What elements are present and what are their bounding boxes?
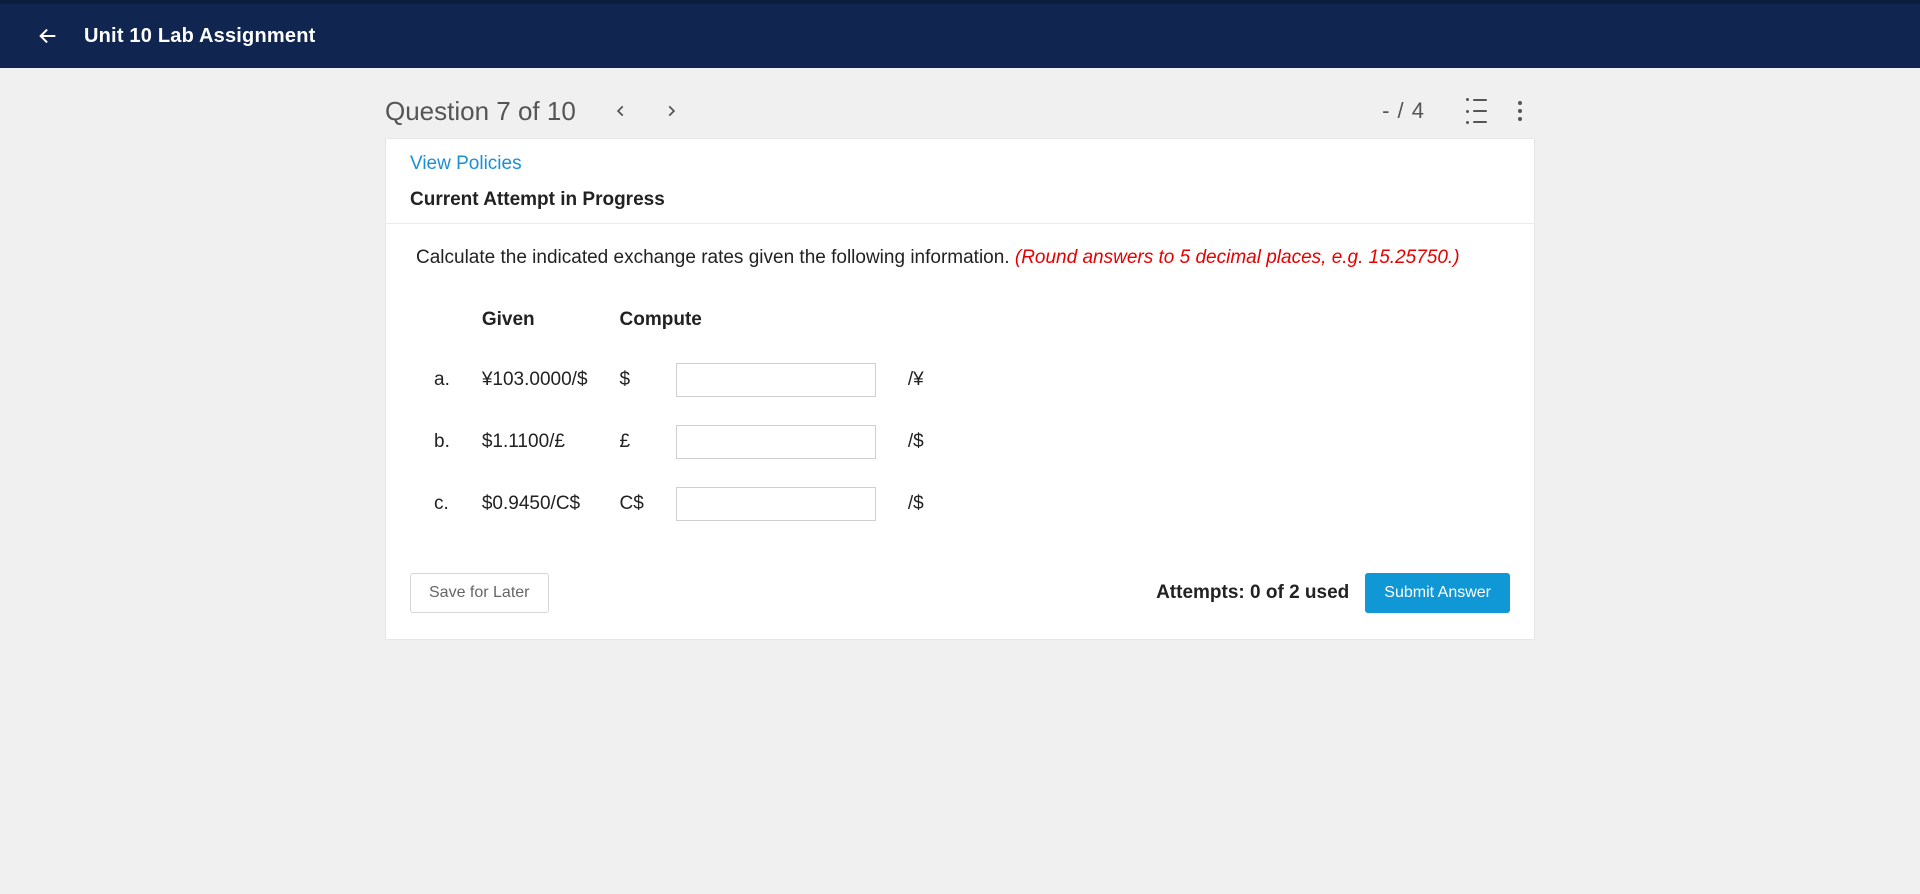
chevron-right-icon [664,102,678,120]
attempts-text: Attempts: 0 of 2 used [1156,582,1349,604]
row-suffix: /¥ [900,349,948,411]
row-suffix: /$ [900,473,948,535]
row-prefix: £ [612,411,668,473]
question-title: Question 7 of 10 [385,96,576,127]
row-letter: c. [426,473,474,535]
row-prefix: C$ [612,473,668,535]
answer-input-c[interactable] [676,487,876,521]
question-header: Question 7 of 10 - / 4 [385,80,1535,138]
instruction-main: Calculate the indicated exchange rates g… [416,247,1015,268]
more-menu-button[interactable] [1505,96,1535,126]
save-for-later-button[interactable]: Save for Later [410,573,549,613]
question-list-button[interactable] [1461,96,1491,126]
instruction-text: Calculate the indicated exchange rates g… [416,244,1504,273]
back-button[interactable] [30,18,66,54]
row-given: ¥103.0000/$ [474,349,612,411]
card-body: Calculate the indicated exchange rates g… [386,224,1534,555]
table-row: a. ¥103.0000/$ $ /¥ [426,349,948,411]
question-card: View Policies Current Attempt in Progres… [385,138,1535,640]
table-row: c. $0.9450/C$ C$ /$ [426,473,948,535]
col-given: Given [474,301,612,349]
answer-input-b[interactable] [676,425,876,459]
row-letter: b. [426,411,474,473]
top-bar: Unit 10 Lab Assignment [0,4,1920,68]
row-suffix: /$ [900,411,948,473]
kebab-icon [1518,98,1522,123]
rates-table: Given Compute a. ¥103.0000/$ $ /¥ b. $1.… [426,301,948,535]
attempt-status: Current Attempt in Progress [410,189,1510,211]
row-letter: a. [426,349,474,411]
chevron-left-icon [614,102,628,120]
arrow-left-icon [37,25,59,47]
instruction-hint: (Round answers to 5 decimal places, e.g.… [1015,247,1460,268]
list-icon [1466,93,1487,130]
row-given: $1.1100/£ [474,411,612,473]
table-row: b. $1.1100/£ £ /$ [426,411,948,473]
content-wrap: Question 7 of 10 - / 4 View Policies Cur… [365,68,1555,680]
page-title: Unit 10 Lab Assignment [84,25,315,48]
answer-input-a[interactable] [676,363,876,397]
view-policies-link[interactable]: View Policies [410,153,1510,175]
row-given: $0.9450/C$ [474,473,612,535]
next-question-button[interactable] [654,94,688,128]
prev-question-button[interactable] [604,94,638,128]
card-footer: Save for Later Attempts: 0 of 2 used Sub… [386,555,1534,639]
row-prefix: $ [612,349,668,411]
card-header: View Policies Current Attempt in Progres… [386,139,1534,224]
score-indicator: - / 4 [1382,98,1425,124]
submit-answer-button[interactable]: Submit Answer [1365,573,1510,613]
col-compute: Compute [612,301,948,349]
